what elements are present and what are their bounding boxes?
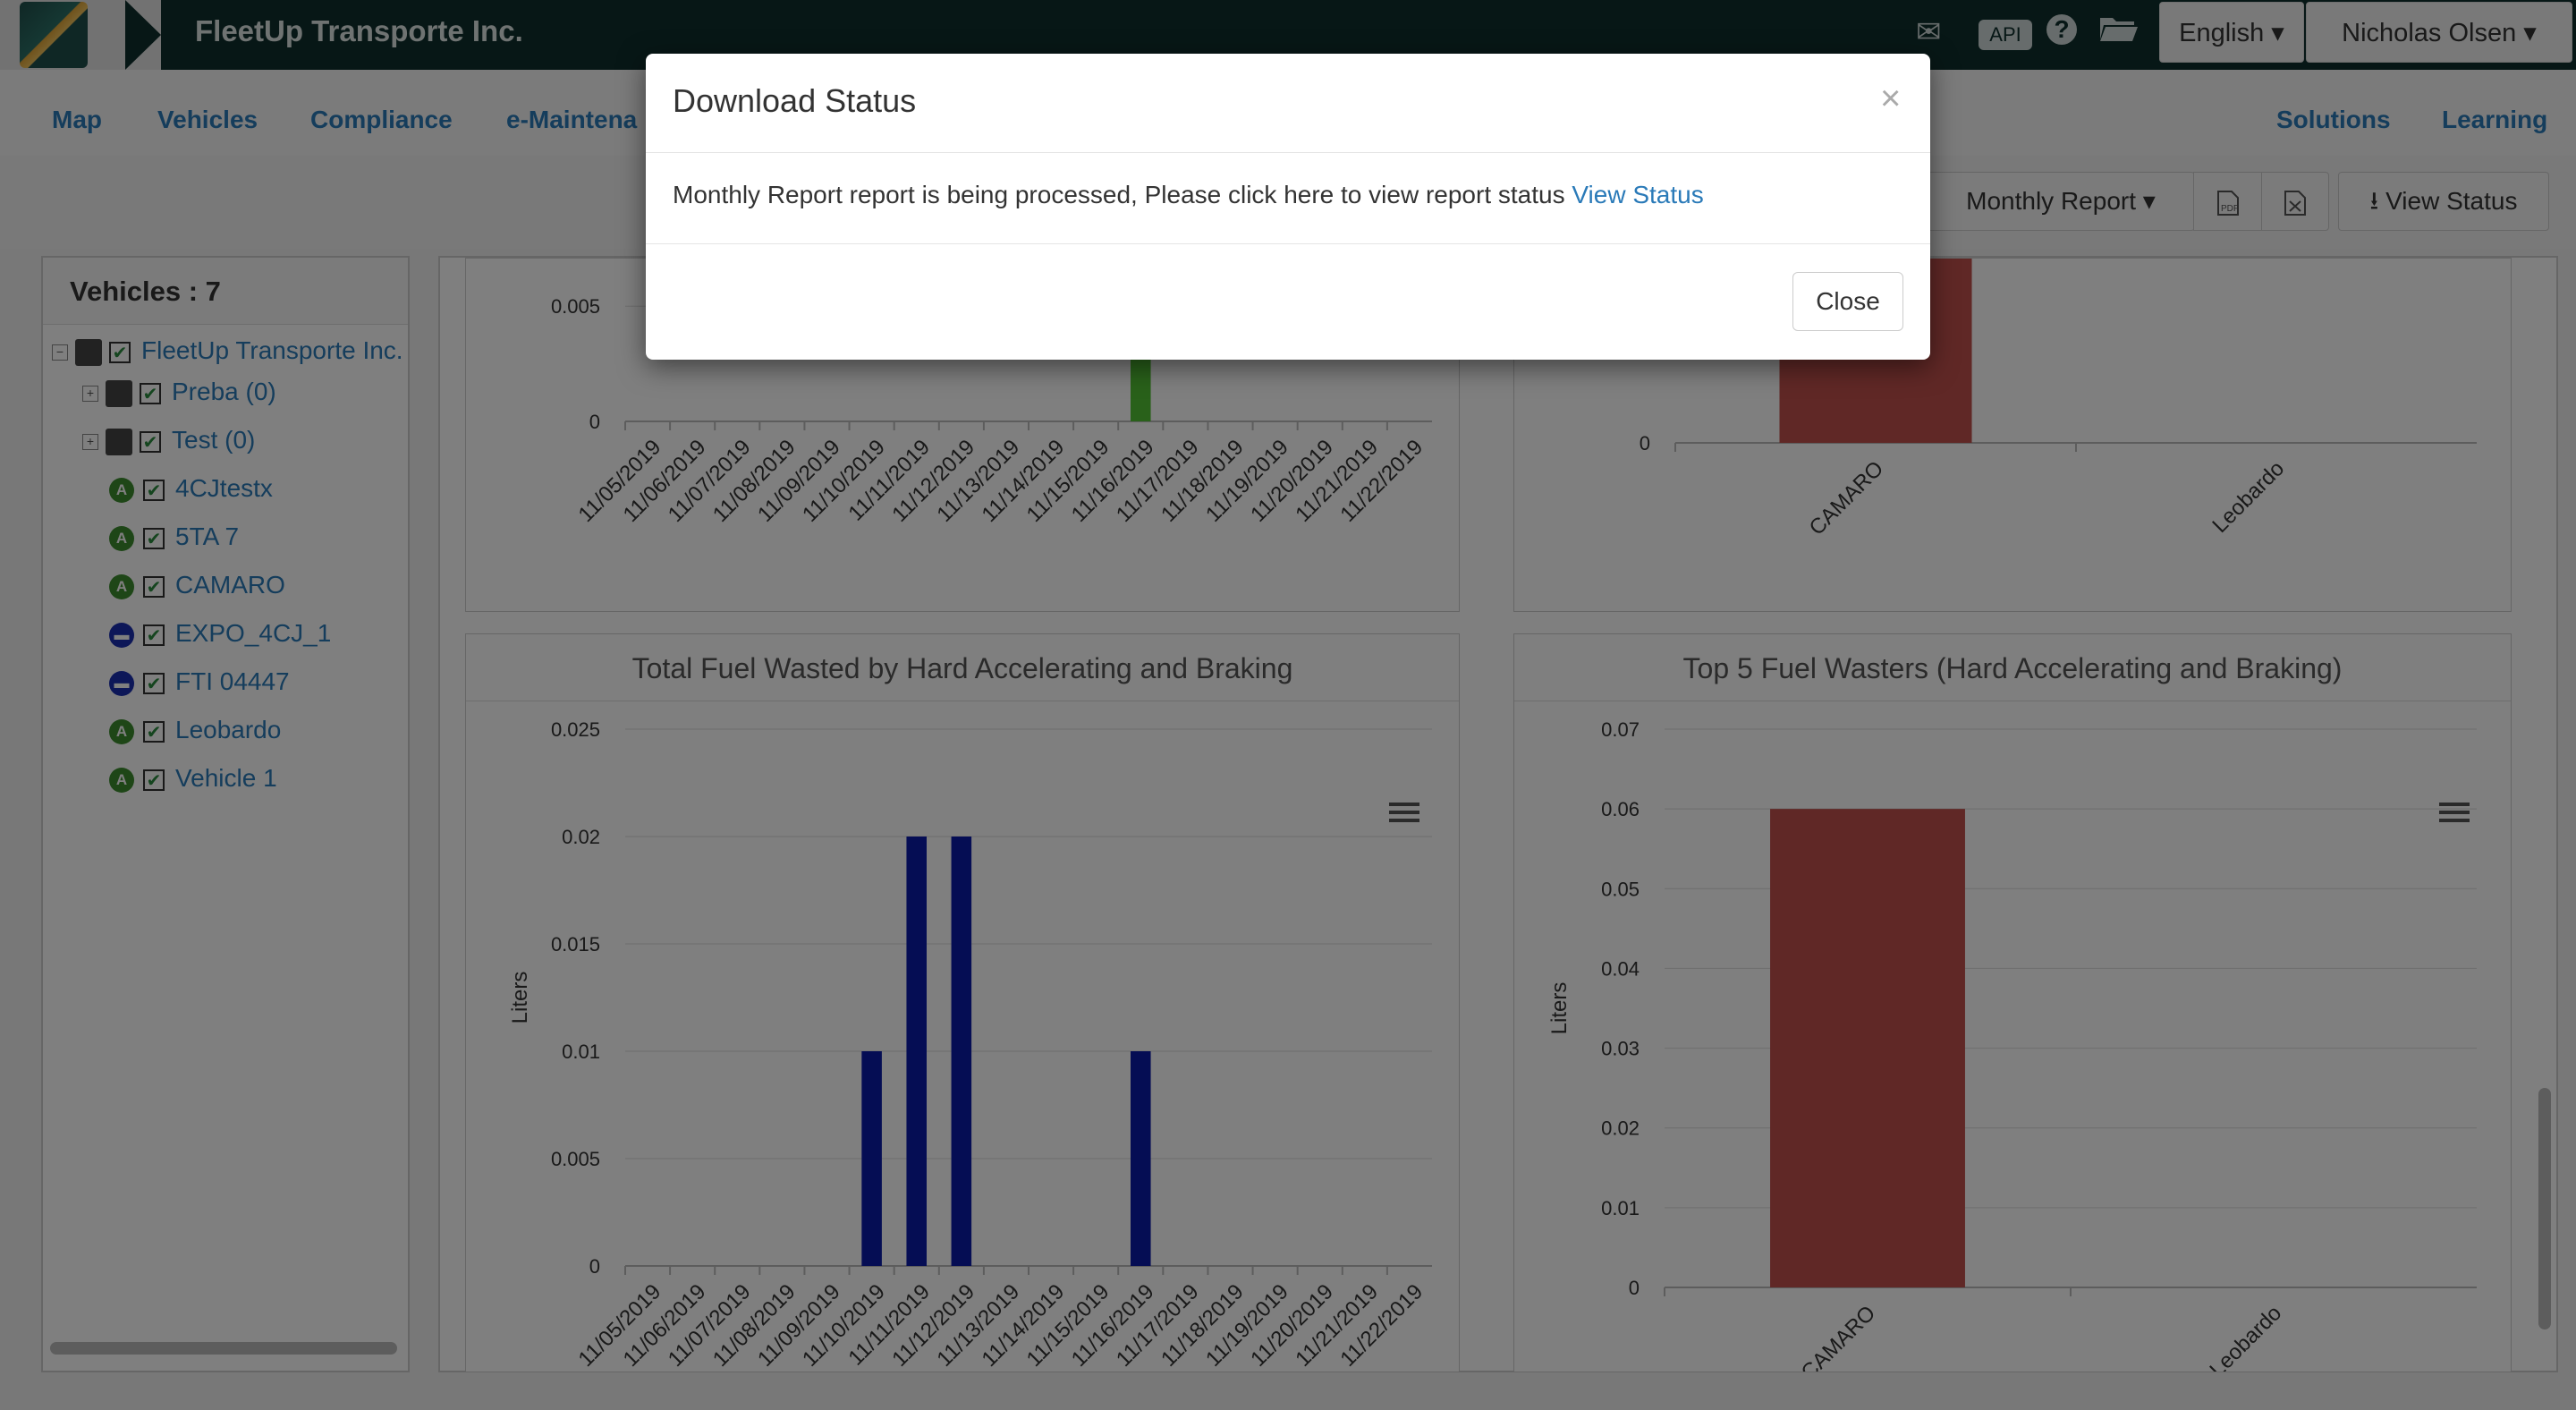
modal-divider	[646, 152, 1930, 153]
close-icon[interactable]: ×	[1880, 79, 1901, 119]
modal-title: Download Status	[673, 82, 917, 119]
modal-message: Monthly Report report is being processed…	[673, 181, 1704, 209]
view-status-link[interactable]: View Status	[1572, 181, 1703, 208]
download-status-modal: Download Status × Monthly Report report …	[646, 54, 1930, 360]
modal-divider	[646, 243, 1930, 244]
modal-message-text: Monthly Report report is being processed…	[673, 181, 1572, 208]
close-button[interactable]: Close	[1792, 272, 1903, 331]
